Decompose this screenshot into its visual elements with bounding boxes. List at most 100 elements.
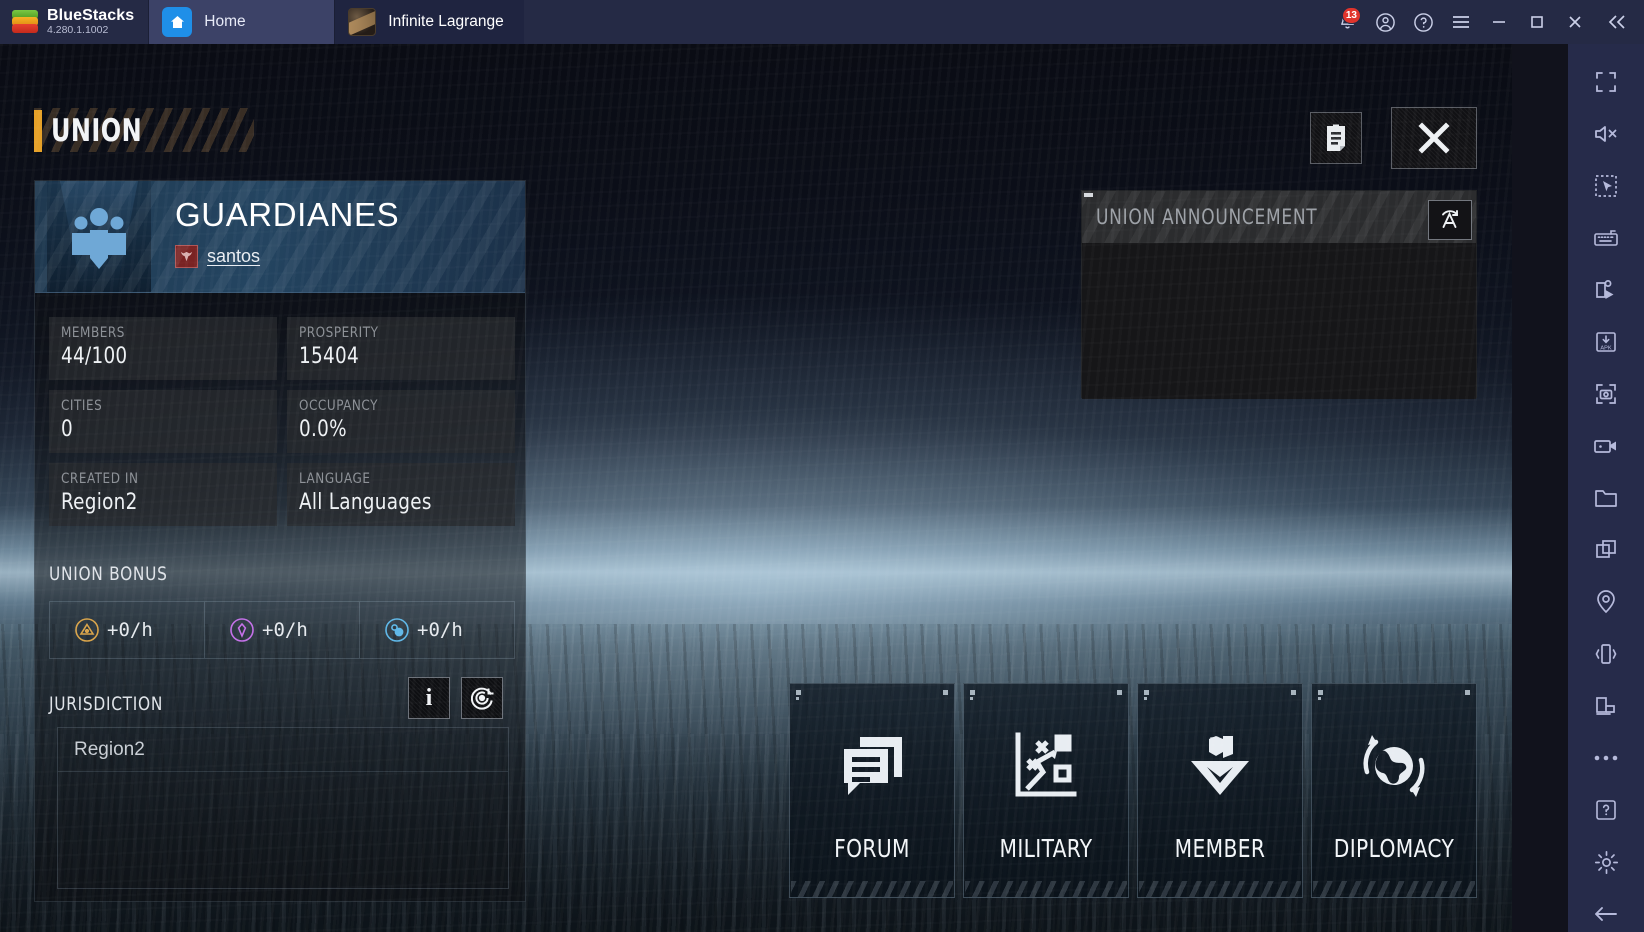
union-announcement-panel: UNION ANNOUNCEMENT bbox=[1081, 190, 1477, 399]
stat-cities: CITIES 0 bbox=[49, 390, 277, 453]
tab-infinite-lagrange[interactable]: Infinite Lagrange bbox=[334, 0, 524, 44]
stat-value: All Languages bbox=[299, 490, 432, 515]
stats-row: CITIES 0 OCCUPANCY 0.0% bbox=[49, 390, 515, 453]
union-action-tiles: FORUM MILITARY MEMBER DIPLOMACY bbox=[789, 683, 1477, 898]
account-button[interactable] bbox=[1366, 0, 1404, 44]
button-hatch-texture bbox=[1392, 108, 1476, 168]
screen-record-icon[interactable] bbox=[1580, 420, 1632, 472]
tile-corner-mark bbox=[1144, 697, 1147, 700]
tile-military[interactable]: MILITARY bbox=[963, 683, 1129, 898]
mute-icon[interactable] bbox=[1580, 108, 1632, 160]
tile-member[interactable]: MEMBER bbox=[1137, 683, 1303, 898]
military-strategy-icon bbox=[1013, 730, 1079, 802]
tile-label: DIPLOMACY bbox=[1333, 834, 1455, 863]
install-apk-icon[interactable]: APK bbox=[1580, 316, 1632, 368]
stat-value: Region2 bbox=[61, 490, 138, 515]
close-union-panel-button[interactable] bbox=[1391, 107, 1477, 169]
multi-instance-icon[interactable] bbox=[1580, 524, 1632, 576]
bluestacks-sidebar: APK bbox=[1568, 44, 1644, 932]
back-icon[interactable] bbox=[1580, 888, 1632, 932]
tab-home-label: Home bbox=[204, 13, 246, 30]
bonus-metal: +0/h bbox=[50, 602, 205, 658]
crystal-resource-icon bbox=[229, 617, 255, 643]
game-thumbnail bbox=[348, 8, 377, 36]
stat-value: 15404 bbox=[299, 344, 359, 369]
screenshot-icon[interactable] bbox=[1580, 368, 1632, 420]
tile-footer-stripe bbox=[965, 881, 1127, 897]
game-viewport[interactable]: UNION GUARDIANES santos MEMBERS 44/100 P… bbox=[0, 44, 1512, 932]
tile-label: MEMBER bbox=[1174, 834, 1266, 863]
rotate-screen-icon[interactable] bbox=[1580, 680, 1632, 732]
tile-label: FORUM bbox=[834, 834, 910, 863]
list-item[interactable]: Region2 bbox=[58, 728, 508, 772]
titlebar-system-buttons: 13 bbox=[1328, 0, 1644, 44]
union-log-button[interactable] bbox=[1310, 112, 1362, 164]
jurisdiction-info-button[interactable]: i bbox=[408, 677, 450, 719]
media-manager-icon[interactable] bbox=[1580, 472, 1632, 524]
help-icon[interactable] bbox=[1580, 784, 1632, 836]
tab-home[interactable]: Home bbox=[148, 0, 335, 44]
shake-icon[interactable] bbox=[1580, 628, 1632, 680]
stat-label: OCCUPANCY bbox=[299, 398, 379, 414]
tile-corner-mark bbox=[1291, 690, 1296, 695]
tile-forum[interactable]: FORUM bbox=[789, 683, 955, 898]
stat-label: MEMBERS bbox=[61, 325, 125, 341]
union-stats-grid: MEMBERS 44/100 PROSPERITY 15404 CITIES 0… bbox=[49, 317, 515, 536]
bluestacks-titlebar: BlueStacks 4.280.1.1002 Home Infinite La… bbox=[0, 0, 1644, 44]
bluestacks-version: 4.280.1.1002 bbox=[47, 24, 109, 37]
help-button[interactable] bbox=[1404, 0, 1442, 44]
page-title: UNION bbox=[34, 108, 157, 154]
announcement-title: UNION ANNOUNCEMENT bbox=[1096, 205, 1318, 229]
macro-recorder-icon[interactable] bbox=[1580, 264, 1632, 316]
bluestacks-brand-name: BlueStacks bbox=[47, 6, 135, 24]
forum-chat-icon bbox=[838, 730, 906, 802]
collapse-sidebar-button[interactable] bbox=[1594, 0, 1640, 44]
target-locate-icon bbox=[470, 687, 494, 710]
stat-created-in: CREATED IN Region2 bbox=[49, 463, 277, 526]
announcement-body[interactable] bbox=[1082, 243, 1476, 399]
settings-icon[interactable] bbox=[1580, 836, 1632, 888]
tile-label: MILITARY bbox=[999, 834, 1093, 863]
announcement-corner-mark bbox=[1084, 193, 1093, 197]
minimize-button[interactable] bbox=[1480, 0, 1518, 44]
deuterium-resource-icon bbox=[384, 617, 410, 643]
tile-corner-mark bbox=[943, 690, 948, 695]
stats-row: CREATED IN Region2 LANGUAGE All Language… bbox=[49, 463, 515, 526]
more-options-icon[interactable] bbox=[1580, 732, 1632, 784]
jurisdiction-list[interactable]: Region2 bbox=[57, 727, 509, 889]
notifications-button[interactable]: 13 bbox=[1328, 0, 1366, 44]
stat-occupancy: OCCUPANCY 0.0% bbox=[287, 390, 515, 453]
union-members-crest-icon bbox=[47, 181, 151, 292]
tile-footer-stripe bbox=[1139, 881, 1301, 897]
bonus-value: +0/h bbox=[107, 619, 153, 641]
multi-select-icon[interactable] bbox=[1580, 160, 1632, 212]
tile-corner-mark bbox=[1465, 690, 1470, 695]
home-icon bbox=[162, 7, 193, 37]
union-name: GUARDIANES bbox=[175, 196, 400, 233]
union-leader-row[interactable]: santos bbox=[175, 245, 399, 268]
tile-footer-stripe bbox=[1313, 881, 1475, 897]
tile-corner-mark bbox=[796, 697, 799, 700]
keyboard-controls-icon[interactable] bbox=[1580, 212, 1632, 264]
jurisdiction-map-button[interactable] bbox=[461, 677, 503, 719]
translate-announcement-button[interactable] bbox=[1428, 200, 1472, 240]
stat-prosperity: PROSPERITY 15404 bbox=[287, 317, 515, 380]
translate-icon bbox=[1442, 210, 1458, 228]
tile-corner-mark bbox=[796, 690, 801, 695]
menu-button[interactable] bbox=[1442, 0, 1480, 44]
stat-value: 0 bbox=[61, 417, 73, 442]
title-accent-bar bbox=[34, 110, 42, 152]
location-icon[interactable] bbox=[1580, 576, 1632, 628]
union-info-panel: GUARDIANES santos MEMBERS 44/100 PROSPER… bbox=[34, 180, 526, 902]
maximize-button[interactable] bbox=[1518, 0, 1556, 44]
close-window-button[interactable] bbox=[1556, 0, 1594, 44]
stat-value: 0.0% bbox=[299, 417, 347, 442]
union-leader-name[interactable]: santos bbox=[207, 246, 260, 267]
jurisdiction-title: JURISDICTION bbox=[49, 693, 164, 715]
fullscreen-icon[interactable] bbox=[1580, 56, 1632, 108]
announcement-header: UNION ANNOUNCEMENT bbox=[1082, 191, 1476, 243]
tile-diplomacy[interactable]: DIPLOMACY bbox=[1311, 683, 1477, 898]
stats-row: MEMBERS 44/100 PROSPERITY 15404 bbox=[49, 317, 515, 380]
page-title-label: UNION bbox=[51, 113, 143, 149]
member-rank-icon bbox=[1185, 730, 1255, 802]
